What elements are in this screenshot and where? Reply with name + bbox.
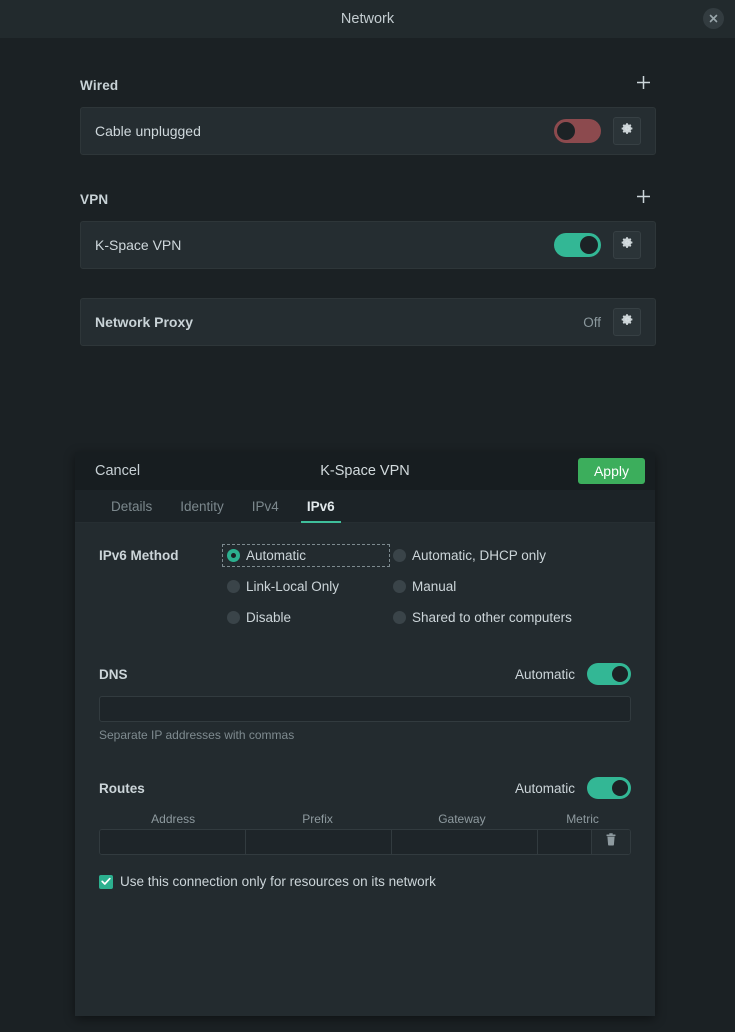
dns-block: DNS Automatic Separate IP addresses with… — [99, 662, 631, 742]
radio-indicator — [393, 549, 406, 562]
cancel-button[interactable]: Cancel — [85, 459, 150, 483]
trash-icon — [605, 833, 617, 851]
vpn-name-label: K-Space VPN — [95, 237, 182, 253]
routes-column-headers: Address Prefix Gateway Metric — [99, 812, 631, 826]
gear-icon — [621, 122, 634, 140]
radio-shared-to-other-computers[interactable]: Shared to other computers — [389, 607, 576, 628]
plus-icon — [635, 188, 652, 210]
section-header-wired: Wired — [80, 72, 656, 98]
section-title-wired: Wired — [80, 77, 119, 93]
close-window-button[interactable] — [703, 8, 724, 29]
network-proxy-status: Off — [583, 314, 601, 330]
route-prefix-input[interactable] — [246, 830, 392, 854]
ipv6-method-label: IPv6 Method — [99, 548, 179, 563]
vpn-settings-button[interactable] — [613, 231, 641, 259]
network-proxy-label: Network Proxy — [95, 314, 194, 330]
radio-automatic-dhcp-only[interactable]: Automatic, DHCP only — [389, 545, 576, 566]
routes-title: Routes — [99, 780, 145, 796]
page-title: Network — [340, 11, 395, 27]
routes-column-prefix: Prefix — [302, 812, 333, 826]
dialog-title: K-Space VPN — [320, 463, 410, 479]
route-gateway-input[interactable] — [392, 830, 538, 854]
routes-automatic-label: Automatic — [514, 780, 575, 796]
add-wired-button[interactable] — [630, 72, 656, 98]
radio-label: Automatic, DHCP only — [412, 548, 547, 563]
dialog-body: IPv6 Method Automatic Automatic, DHCP on… — [75, 523, 655, 1016]
radio-link-local-only[interactable]: Link-Local Only — [223, 576, 389, 597]
routes-toggle-knob — [612, 780, 628, 796]
section-vpn: VPN K-Space VPN — [80, 186, 656, 269]
dns-automatic-toggle[interactable] — [587, 663, 631, 685]
wired-toggle-knob — [557, 122, 575, 140]
close-icon — [708, 13, 719, 24]
dns-toggle-knob — [612, 666, 628, 682]
network-settings-page: Wired Cable unplugged VPN K-Space VPN Ne… — [0, 38, 735, 1032]
add-vpn-button[interactable] — [630, 186, 656, 212]
section-header-vpn: VPN — [80, 186, 656, 212]
radio-indicator — [227, 611, 240, 624]
gear-icon — [621, 313, 634, 331]
routes-header: Routes Automatic — [99, 776, 631, 800]
dns-title: DNS — [99, 666, 128, 682]
dialog-tabbar: Details Identity IPv4 IPv6 — [75, 490, 655, 523]
vpn-toggle-knob — [580, 236, 598, 254]
section-title-vpn: VPN — [80, 191, 109, 207]
dns-header: DNS Automatic — [99, 662, 631, 686]
restrict-connection-label: Use this connection only for resources o… — [120, 874, 436, 889]
routes-block: Routes Automatic Address Prefix Gateway … — [99, 776, 631, 889]
routes-column-metric: Metric — [566, 812, 599, 826]
wired-toggle[interactable] — [554, 119, 601, 143]
radio-indicator — [393, 580, 406, 593]
radio-label: Automatic — [246, 548, 307, 563]
section-wired: Wired Cable unplugged — [80, 72, 656, 155]
apply-button[interactable]: Apply — [577, 458, 645, 484]
radio-indicator — [227, 549, 240, 562]
gear-icon — [621, 236, 634, 254]
vpn-connection-row[interactable]: K-Space VPN — [80, 221, 656, 269]
network-proxy-settings-button[interactable] — [613, 308, 641, 336]
network-proxy-row[interactable]: Network Proxy Off — [80, 298, 656, 346]
radio-label: Disable — [246, 610, 292, 625]
delete-route-button[interactable] — [592, 830, 630, 854]
ipv6-method-radio-group: Automatic Automatic, DHCP only Link-Loca… — [222, 544, 576, 628]
route-address-input[interactable] — [100, 830, 246, 854]
table-row — [99, 829, 631, 855]
radio-label: Manual — [412, 579, 457, 594]
wired-settings-button[interactable] — [613, 117, 641, 145]
radio-label: Shared to other computers — [412, 610, 572, 625]
tab-ipv4[interactable]: IPv4 — [238, 499, 293, 522]
routes-column-gateway: Gateway — [438, 812, 486, 826]
wired-connection-row[interactable]: Cable unplugged — [80, 107, 656, 155]
dns-automatic-label: Automatic — [514, 666, 575, 682]
restrict-connection-row[interactable]: Use this connection only for resources o… — [99, 874, 631, 889]
route-metric-input[interactable] — [538, 830, 592, 854]
radio-indicator — [393, 611, 406, 624]
section-network-proxy: Network Proxy Off — [80, 298, 656, 346]
radio-indicator — [227, 580, 240, 593]
dns-servers-input[interactable] — [99, 696, 631, 722]
dialog-header: Cancel K-Space VPN Apply — [75, 452, 655, 490]
radio-manual[interactable]: Manual — [389, 576, 576, 597]
vpn-toggle[interactable] — [554, 233, 601, 257]
wired-status-label: Cable unplugged — [95, 123, 201, 139]
tab-ipv6[interactable]: IPv6 — [293, 499, 349, 523]
vpn-settings-dialog: Cancel K-Space VPN Apply Details Identit… — [75, 452, 655, 1016]
plus-icon — [635, 74, 652, 96]
ipv6-method-field: IPv6 Method Automatic Automatic, DHCP on… — [99, 544, 631, 628]
routes-automatic-toggle[interactable] — [587, 777, 631, 799]
radio-automatic[interactable]: Automatic — [222, 544, 390, 567]
tab-identity[interactable]: Identity — [166, 499, 238, 522]
restrict-connection-checkbox[interactable] — [99, 874, 113, 889]
radio-disable[interactable]: Disable — [223, 607, 389, 628]
routes-column-address: Address — [151, 812, 196, 826]
tab-details[interactable]: Details — [97, 499, 166, 522]
window-titlebar: Network — [0, 0, 735, 38]
radio-label: Link-Local Only — [246, 579, 340, 594]
dns-hint: Separate IP addresses with commas — [99, 728, 295, 742]
